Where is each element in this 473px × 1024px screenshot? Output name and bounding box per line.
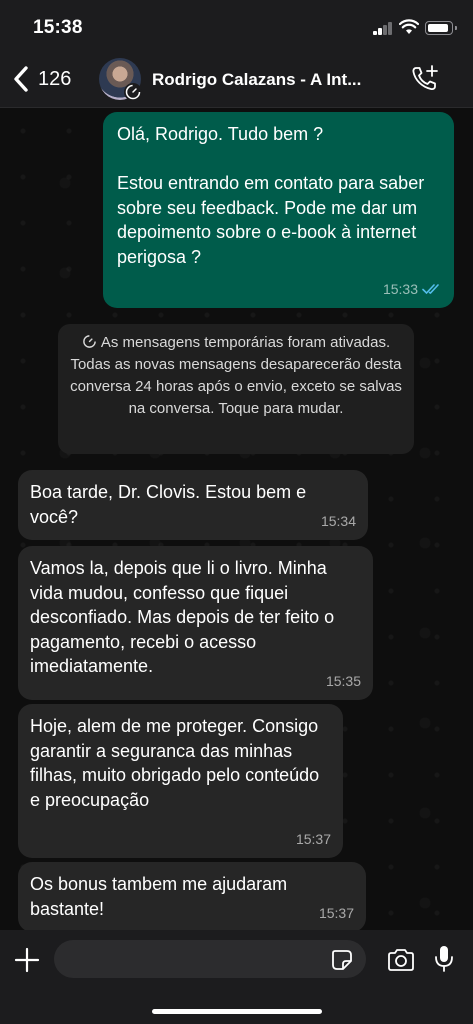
message-time: 15:33 xyxy=(382,280,418,297)
microphone-icon[interactable] xyxy=(433,944,455,974)
message-time: 15:34 xyxy=(320,512,356,529)
message-text: Os bonus tambem me ajudaram bastante! xyxy=(30,874,293,919)
message-bubble-incoming[interactable]: Boa tarde, Dr. Clovis. Estou bem e você?… xyxy=(18,470,368,540)
message-bubble-incoming[interactable]: Os bonus tambem me ajudaram bastante! 15… xyxy=(18,862,366,930)
message-text: Boa tarde, Dr. Clovis. Estou bem e você? xyxy=(30,482,312,527)
message-bubble-incoming[interactable]: Hoje, alem de me proteger. Consigo garan… xyxy=(18,704,343,858)
sticker-icon[interactable] xyxy=(330,948,354,972)
message-input[interactable] xyxy=(54,940,366,978)
battery-icon xyxy=(425,21,457,35)
back-button[interactable]: 126 xyxy=(12,62,71,96)
status-bar: 15:38 xyxy=(0,0,473,52)
message-meta: 15:33 xyxy=(383,277,442,302)
input-bar xyxy=(0,930,473,1024)
timer-icon xyxy=(83,335,96,348)
message-text: Hoje, alem de me proteger. Consigo garan… xyxy=(30,716,325,810)
message-bubble-outgoing[interactable]: Olá, Rodrigo. Tudo bem ? Estou entrando … xyxy=(103,112,454,308)
message-text: Olá, Rodrigo. Tudo bem ? Estou entrando … xyxy=(117,124,425,267)
phone-plus-icon[interactable] xyxy=(410,64,440,94)
read-ticks-icon xyxy=(422,283,439,294)
chat-header: 126 Rodrigo Calazans - A Int... xyxy=(0,52,473,108)
camera-icon[interactable] xyxy=(386,946,416,974)
status-time: 15:38 xyxy=(33,17,83,38)
disappearing-messages-notice[interactable]: As mensagens temporárias foram ativadas.… xyxy=(58,324,414,454)
plus-icon[interactable] xyxy=(13,946,41,974)
timer-badge-icon xyxy=(124,83,142,101)
home-indicator[interactable] xyxy=(152,1009,322,1014)
chevron-left-icon xyxy=(14,66,28,92)
notice-text: As mensagens temporárias foram ativadas.… xyxy=(70,334,402,417)
cellular-signal-icon xyxy=(373,22,393,35)
message-time: 15:35 xyxy=(325,672,361,689)
message-time: 15:37 xyxy=(318,904,354,921)
chat-area[interactable]: Olá, Rodrigo. Tudo bem ? Estou entrando … xyxy=(0,108,473,930)
message-bubble-incoming[interactable]: Vamos la, depois que li o livro. Minha v… xyxy=(18,546,373,700)
contact-name[interactable]: Rodrigo Calazans - A Int... xyxy=(152,70,392,90)
message-text: Vamos la, depois que li o livro. Minha v… xyxy=(30,558,340,676)
message-time: 15:37 xyxy=(295,830,331,847)
wifi-icon xyxy=(399,19,419,34)
unread-count: 126 xyxy=(38,67,72,90)
